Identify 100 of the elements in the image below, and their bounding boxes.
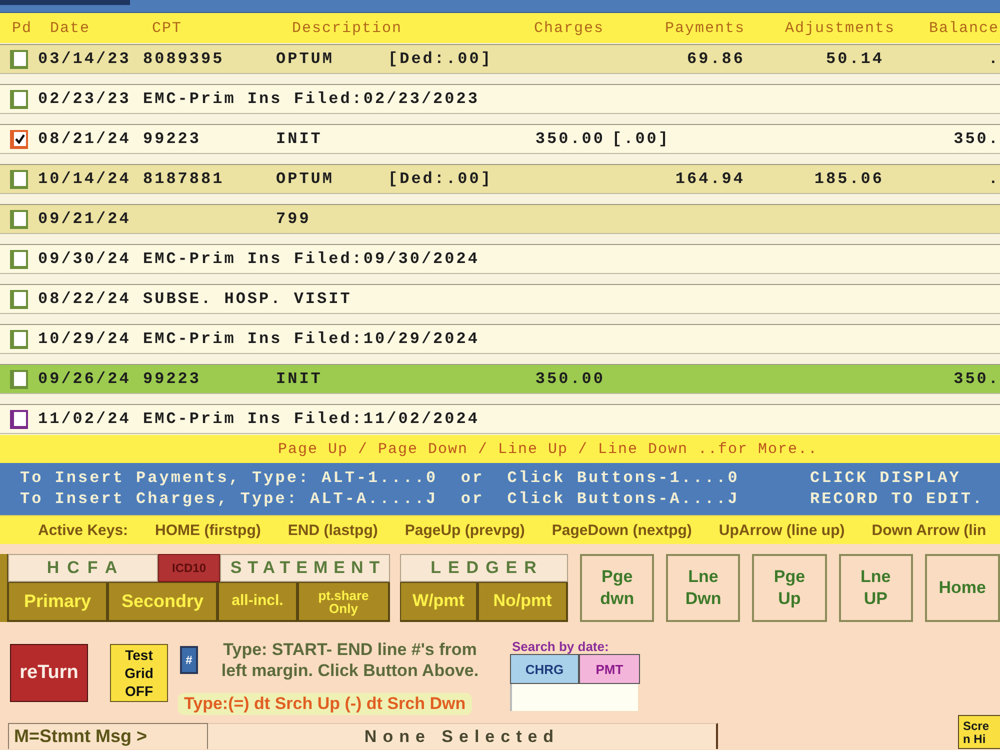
message-label: M=Stmnt Msg > <box>8 723 208 749</box>
column-header: Pd <box>12 20 32 36</box>
section-heading: LEDGER <box>400 554 568 582</box>
cut-off-button[interactable] <box>0 554 8 622</box>
date-input[interactable] <box>510 684 638 711</box>
deductible-note: [Ded:.00] <box>388 170 492 188</box>
date-text: 10/14/24 <box>38 170 131 188</box>
search-label: Search by date: <box>512 639 609 654</box>
column-header: Date <box>50 20 90 36</box>
status-text: None Selected <box>208 723 718 749</box>
balance-amount: . <box>988 50 1000 68</box>
column-header: Adjustments <box>785 20 896 36</box>
print-button[interactable]: Primary <box>8 582 108 622</box>
balance-amount: 350. <box>954 130 1000 148</box>
date-text: 09/21/24 <box>38 210 131 228</box>
navigation-button[interactable]: Pge dwn <box>580 554 654 622</box>
print-button[interactable]: all-incl. <box>218 582 298 622</box>
key-hint: PageUp (prevpg) <box>404 522 525 538</box>
instruction-line: To Insert Charges, Type: ALT-A.....J or Click Buttons-A....J <box>20 489 740 510</box>
memo-text: EMC-Prim Ins Filed:10/29/2024 <box>143 330 480 348</box>
date-text: 09/30/24 <box>38 250 131 268</box>
keys-label: Active Keys: <box>38 522 128 538</box>
cpt-code: 99223 <box>143 370 202 388</box>
paging-hint: Page Up / Page Down / Line Up / Line Down ..for More.. <box>278 440 818 458</box>
date-text: 09/26/24 <box>38 370 131 388</box>
check-icon <box>15 134 25 144</box>
ledger-row[interactable]: 08/22/24 SUBSE. HOSP. VISIT <box>0 284 1000 314</box>
ledger-button[interactable]: W/pmt <box>400 582 478 622</box>
ledger-row[interactable]: 08/21/24 99223 INIT 350.00 [.00] 350. <box>0 124 1000 154</box>
screen-button[interactable]: Scre n Hi <box>958 715 1000 749</box>
memo-text: EMC-Prim Ins Filed:02/23/2023 <box>143 90 480 108</box>
balance-amount: . <box>988 170 1000 188</box>
print-button[interactable]: Secondry <box>108 582 218 622</box>
ledger-row[interactable]: 09/30/24 EMC-Prim Ins Filed:09/30/2024 <box>0 244 1000 274</box>
checkbox[interactable] <box>10 130 28 148</box>
checkbox[interactable] <box>10 290 28 308</box>
charge-note: [.00] <box>612 130 670 148</box>
cpt-code: 8187881 <box>143 170 224 188</box>
ledger-row[interactable]: 09/26/24 99223 INIT 350.00 350. <box>0 364 1000 394</box>
cpt-code: 8089395 <box>143 50 224 68</box>
charge-amount: 350.00 <box>535 370 605 388</box>
checkbox[interactable] <box>10 90 28 108</box>
checkbox[interactable] <box>10 50 28 68</box>
payment-amount: 164.94 <box>675 170 745 188</box>
description-text: OPTUM <box>276 170 334 188</box>
charge-amount: 350.00 <box>535 130 605 148</box>
column-header: Payments <box>665 20 746 36</box>
memo-text: EMC-Prim Ins Filed:11/02/2024 <box>143 410 480 428</box>
line-number-button[interactable]: # <box>180 646 198 674</box>
key-hint: UpArrow (line up) <box>718 522 845 538</box>
key-hint: END (lastpg) <box>288 522 378 538</box>
return-button[interactable]: reTurn <box>10 644 88 702</box>
checkbox[interactable] <box>10 210 28 228</box>
date-text: 03/14/23 <box>38 50 131 68</box>
navigation-button[interactable]: Pge Up <box>752 554 827 622</box>
instruction-text: Type: START- END line #'s from left margin. Click Button Above. <box>220 639 480 681</box>
navigation-button[interactable]: Lne UP <box>838 554 913 622</box>
test-grid-button[interactable]: Test Grid OFF <box>110 644 168 702</box>
navigation-button[interactable]: Lne Dwn <box>666 554 740 622</box>
print-button[interactable]: pt.share Only <box>298 582 390 622</box>
adjustment-amount: 50.14 <box>826 50 884 68</box>
key-hint: Down Arrow (lin <box>872 522 986 538</box>
navigation-button[interactable]: Home <box>924 554 1000 622</box>
ledger-row[interactable]: 02/23/23 EMC-Prim Ins Filed:02/23/2023 <box>0 84 1000 114</box>
instruction-line: To Insert Payments, Type: ALT-1....0 or Click Buttons-1....0 <box>20 468 740 489</box>
column-header: Charges <box>534 20 604 36</box>
search-type-button[interactable]: CHRG <box>510 654 579 684</box>
description-text: INIT <box>276 130 322 148</box>
ledger-row[interactable]: 09/21/24 799 <box>0 204 1000 234</box>
ledger-row[interactable]: 10/29/24 EMC-Prim Ins Filed:10/29/2024 <box>0 324 1000 354</box>
date-text: 08/21/24 <box>38 130 131 148</box>
column-header: CPT <box>152 20 182 36</box>
ledger-row[interactable]: 10/14/24 8187881 OPTUM [Ded:.00] 164.94 185.06 . <box>0 164 1000 194</box>
checkbox[interactable] <box>10 370 28 388</box>
ledger-row[interactable]: 11/02/24 EMC-Prim Ins Filed:11/02/2024 <box>0 404 1000 434</box>
balance-amount: 350. <box>954 370 1000 388</box>
description-text: INIT <box>276 370 322 388</box>
search-type-button[interactable]: PMT <box>579 654 640 684</box>
column-header: Balance <box>929 20 1000 36</box>
cpt-code: 99223 <box>143 130 202 148</box>
edit-instruction: CLICK DISPLAY RECORD TO EDIT. <box>810 468 986 510</box>
date-text: 10/29/24 <box>38 330 131 348</box>
key-hint: HOME (firstpg) <box>155 522 261 538</box>
adjustment-amount: 185.06 <box>814 170 884 188</box>
search-hint: Type:(=) dt Srch Up (-) dt Srch Dwn <box>178 693 472 715</box>
ledger-button[interactable]: No/pmt <box>478 582 568 622</box>
ledger-row[interactable]: 03/14/23 8089395 OPTUM [Ded:.00] 69.86 50.14 . <box>0 44 1000 74</box>
deductible-note: [Ded:.00] <box>388 50 492 68</box>
memo-text: EMC-Prim Ins Filed:09/30/2024 <box>143 250 480 268</box>
checkbox[interactable] <box>10 170 28 188</box>
section-heading: HCFA <box>8 554 158 582</box>
date-text: 08/22/24 <box>38 290 131 308</box>
date-text: 11/02/24 <box>38 410 131 428</box>
description-text: 799 <box>276 210 311 228</box>
checkbox[interactable] <box>10 250 28 268</box>
description-text: OPTUM <box>276 50 334 68</box>
checkbox[interactable] <box>10 330 28 348</box>
section-heading: STATEMENT <box>220 554 390 582</box>
date-text: 02/23/23 <box>38 90 131 108</box>
checkbox[interactable] <box>10 410 28 428</box>
